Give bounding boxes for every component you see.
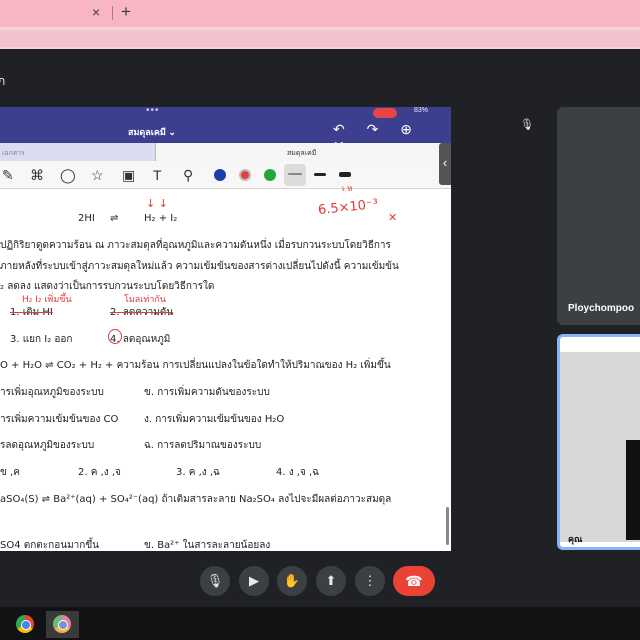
q3-choice-b: ข. Ba²⁺ ในสารละลายน้อยลง	[144, 540, 271, 551]
chrome-profile-icon[interactable]	[53, 615, 71, 633]
annotation-fragment: เ ห	[342, 184, 353, 193]
thick-stroke-icon[interactable]	[339, 172, 351, 177]
chrome-icon[interactable]	[16, 615, 34, 633]
annotation-arrows: ↓ ↓	[146, 197, 168, 210]
q1-option-1: 1. เติม HI	[10, 307, 53, 318]
eq-arrow: ⇌	[110, 213, 119, 224]
self-video-shadow	[626, 440, 640, 540]
q2-answer-3: 3. ค ,ง ,ฉ	[176, 467, 220, 478]
q2-choice-c: ารเพิ่มความเข้มข้นของ CO	[0, 414, 119, 425]
annotation-mark: ✕	[388, 211, 398, 224]
present-button[interactable]: ⬆	[316, 566, 346, 596]
lasso-tool-icon[interactable]: ◯	[60, 167, 76, 184]
q2-choice-f: ฉ. การลดปริมาณของระบบ	[144, 440, 262, 451]
q2-choice-a: ารเพิ่มอุณหภูมิของระบบ	[0, 387, 104, 398]
sticker-tool-icon[interactable]: ☆	[91, 167, 104, 184]
omnibox[interactable]	[0, 30, 640, 47]
pen-tool-icon[interactable]: ✎	[2, 167, 14, 184]
battery-level: 83%	[414, 107, 429, 114]
thin-stroke-icon	[288, 173, 302, 175]
q3-choice-a: SO4 ตกตะกอนมากขึ้น	[0, 540, 100, 551]
q3-stem: aSO₄(S) ⇌ Ba²⁺(aq) + SO₄²⁻(aq) ถ้าเติมสา…	[0, 494, 392, 505]
mic-off-icon: 🎙	[520, 119, 534, 131]
tab-separator	[112, 6, 113, 20]
eq-left: 2HI	[78, 213, 95, 224]
q1-option-3: 3. แยก I₂ ออก	[10, 334, 73, 345]
q2-answer-2: 2. ค ,ง ,จ	[78, 467, 121, 478]
end-call-button[interactable]: ☎	[393, 566, 435, 596]
q1-option-2: 2. ลดความดัน	[110, 307, 174, 318]
color-blue-swatch[interactable]	[214, 169, 226, 181]
image-tool-icon[interactable]: ▣	[122, 167, 135, 184]
annotation-mole: โมลเท่ากัน	[124, 295, 166, 305]
thin-stroke-selected[interactable]	[284, 164, 306, 186]
q1-line1: ปฏิกิริยาดูดความร้อน ณ ภาวะสมดุลที่อุณหภ…	[0, 240, 391, 251]
q2-choice-e: รลดอุณหภูมิของระบบ	[0, 440, 95, 451]
laser-tool-icon[interactable]: ⚲	[183, 167, 193, 184]
microphone-button[interactable]: 🎙	[200, 566, 230, 596]
self-name: คุณ	[568, 534, 583, 544]
eq-right: H₂ + I₂	[144, 213, 178, 224]
q2-stem: O + H₂O ⇌ CO₂ + H₂ + ความร้อน การเปลี่ยน…	[0, 360, 391, 371]
tab-active-label: สมดุลเคมี	[287, 150, 317, 157]
annotation-value: 6.5×10⁻³	[317, 196, 379, 219]
recording-indicator	[373, 108, 397, 118]
annotation-circle	[108, 329, 122, 344]
q2-choice-d: ง. การเพิ่มความเข้มข้นของ H₂O	[144, 414, 285, 425]
side-panel-handle[interactable]: ‹	[439, 143, 451, 185]
shapes-tool-icon[interactable]: ⌘	[30, 167, 44, 184]
q2-answer-1: ข ,ค	[0, 467, 20, 478]
os-taskbar	[0, 607, 640, 640]
new-tab-button[interactable]: +	[121, 2, 131, 22]
text-tool-icon[interactable]: T	[153, 167, 162, 183]
camera-button[interactable]: ▶	[239, 566, 269, 596]
medium-stroke-icon[interactable]	[314, 173, 326, 176]
meeting-header	[0, 49, 640, 107]
raise-hand-button[interactable]: ✋	[277, 566, 307, 596]
multitask-dots: •••	[146, 107, 160, 116]
color-green-swatch[interactable]	[264, 169, 276, 181]
annotation-h2i2: H₂ I₂ เพิ่มขึ้น	[22, 295, 72, 305]
presentation-window: ••• 83% สมดุลเคมี ⌄ ↶ ↷ ⊕ ✕ ⋯ เอกสาร สมด…	[0, 107, 451, 551]
document-scrollbar[interactable]	[446, 507, 449, 545]
q1-line2: ภายหลังที่ระบบเข้าสู่ภาวะสมดุลใหม่แล้ว ค…	[0, 261, 399, 272]
q2-answer-4: 4. ง ,จ ,ฉ	[276, 467, 319, 478]
color-red-swatch[interactable]	[239, 169, 251, 181]
tab-left[interactable]: เอกสาร	[2, 148, 25, 159]
close-tab-icon[interactable]: ×	[92, 4, 100, 20]
meeting-title: ก	[0, 74, 6, 88]
document-title[interactable]: สมดุลเคมี ⌄	[128, 125, 176, 139]
more-options-button[interactable]: ⋮	[355, 566, 385, 596]
participant-tile[interactable]	[557, 107, 640, 325]
participant-name: Ploychompoo	[568, 303, 635, 314]
q2-choice-b: ข. การเพิ่มความดันของระบบ	[144, 387, 270, 398]
